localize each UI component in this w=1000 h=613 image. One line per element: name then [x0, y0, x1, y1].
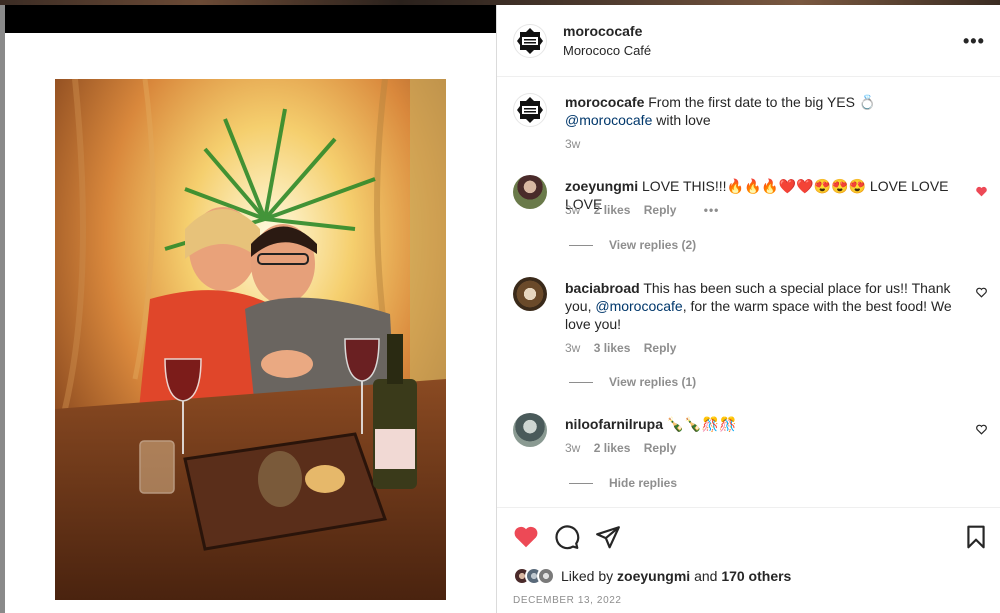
liked-by-user[interactable]: zoeyungmi [617, 568, 690, 584]
comment-likes[interactable]: 2 likes [594, 203, 631, 217]
view-replies-label[interactable]: View replies (2) [609, 238, 696, 252]
post-date[interactable]: DECEMBER 13, 2022 [513, 595, 622, 606]
bookmark-icon[interactable] [963, 524, 989, 550]
comment-avatar-zoeyungmi[interactable] [513, 175, 547, 209]
comment-meta: 3w 3 likes Reply [565, 341, 686, 355]
comment-age[interactable]: 3w [565, 203, 580, 217]
caption-body: From the first date to the big YES 💍 [648, 94, 877, 110]
comment-reply-button[interactable]: Reply [644, 203, 677, 217]
comment-icon[interactable] [554, 524, 580, 550]
comment-text: baciabroad This has been such a special … [565, 279, 969, 333]
comment-username[interactable]: zoeyungmi [565, 178, 638, 194]
comment-avatar-baciabroad[interactable] [513, 277, 547, 311]
comment-text: niloofarnilrupa 🍾🍾🎊🎊 [565, 415, 969, 433]
caption-username[interactable]: morococafe [565, 94, 644, 110]
hide-replies-toggle[interactable]: Hide replies [569, 476, 677, 490]
liked-by-row: Liked by zoeyungmi and 170 others [513, 564, 791, 588]
replies-divider [569, 244, 593, 246]
post-details-panel: morococafe Morococo Café ••• morococafe … [496, 5, 1000, 613]
caption-meta: 3w [565, 137, 590, 151]
media-top-bar [5, 5, 496, 33]
caption-mention[interactable]: @morococafe [565, 112, 652, 128]
comment-age[interactable]: 3w [565, 441, 580, 455]
likes-count-link[interactable]: 170 others [721, 568, 791, 584]
comment-reply-button[interactable]: Reply [644, 441, 677, 455]
more-options-icon[interactable]: ••• [963, 31, 985, 52]
comment-body: 🍾🍾🎊🎊 [666, 416, 737, 432]
comment-likes[interactable]: 2 likes [594, 441, 631, 455]
post-header: morococafe Morococo Café ••• [497, 5, 1000, 77]
heart-icon[interactable] [513, 524, 539, 550]
comment-mention[interactable]: @morococafe [595, 298, 682, 314]
post-author-location[interactable]: Morococo Café [563, 43, 651, 58]
replies-divider [569, 381, 593, 383]
liked-by-text: Liked by zoeyungmi and 170 others [561, 568, 791, 584]
view-replies-label[interactable]: View replies (1) [609, 375, 696, 389]
view-replies-toggle[interactable]: View replies (2) [569, 238, 696, 252]
instagram-post-view: morococafe Morococo Café ••• morococafe … [0, 0, 1000, 613]
comment-like-heart-icon[interactable] [975, 423, 988, 436]
post-author-username[interactable]: morococafe [563, 23, 642, 39]
replies-divider [569, 482, 593, 484]
comment-like-heart-icon[interactable] [975, 286, 988, 299]
morococo-logo-icon [517, 28, 543, 54]
comment-liked-heart-icon[interactable] [975, 185, 988, 198]
account-avatar[interactable] [513, 24, 547, 58]
couple-at-table-image [55, 79, 446, 600]
comment-username[interactable]: niloofarnilrupa [565, 416, 663, 432]
comment-meta: 3w 2 likes Reply ••• [565, 203, 729, 217]
comment-username[interactable]: baciabroad [565, 280, 640, 296]
liked-by-and: and [694, 568, 718, 584]
comment-likes[interactable]: 3 likes [594, 341, 631, 355]
liked-by-label: Liked by [561, 568, 614, 584]
comment-meta: 3w 2 likes Reply [565, 441, 686, 455]
liker-avatar [537, 567, 555, 585]
comment-age[interactable]: 3w [565, 341, 580, 355]
caption-text: morococafe From the first date to the bi… [565, 93, 969, 129]
comment-more-icon[interactable]: ••• [704, 203, 720, 217]
comment-reply-button[interactable]: Reply [644, 341, 677, 355]
caption-age[interactable]: 3w [565, 137, 580, 151]
caption-avatar[interactable] [513, 93, 547, 127]
share-icon[interactable] [595, 524, 621, 550]
caption-body-end: with love [656, 112, 711, 128]
comment-avatar-niloofarnilrupa[interactable] [513, 413, 547, 447]
post-photo[interactable] [55, 79, 446, 600]
view-replies-toggle[interactable]: View replies (1) [569, 375, 696, 389]
hide-replies-label[interactable]: Hide replies [609, 476, 677, 490]
morococo-logo-icon [517, 97, 543, 123]
post-actions: Liked by zoeyungmi and 170 others DECEMB… [497, 507, 1000, 613]
